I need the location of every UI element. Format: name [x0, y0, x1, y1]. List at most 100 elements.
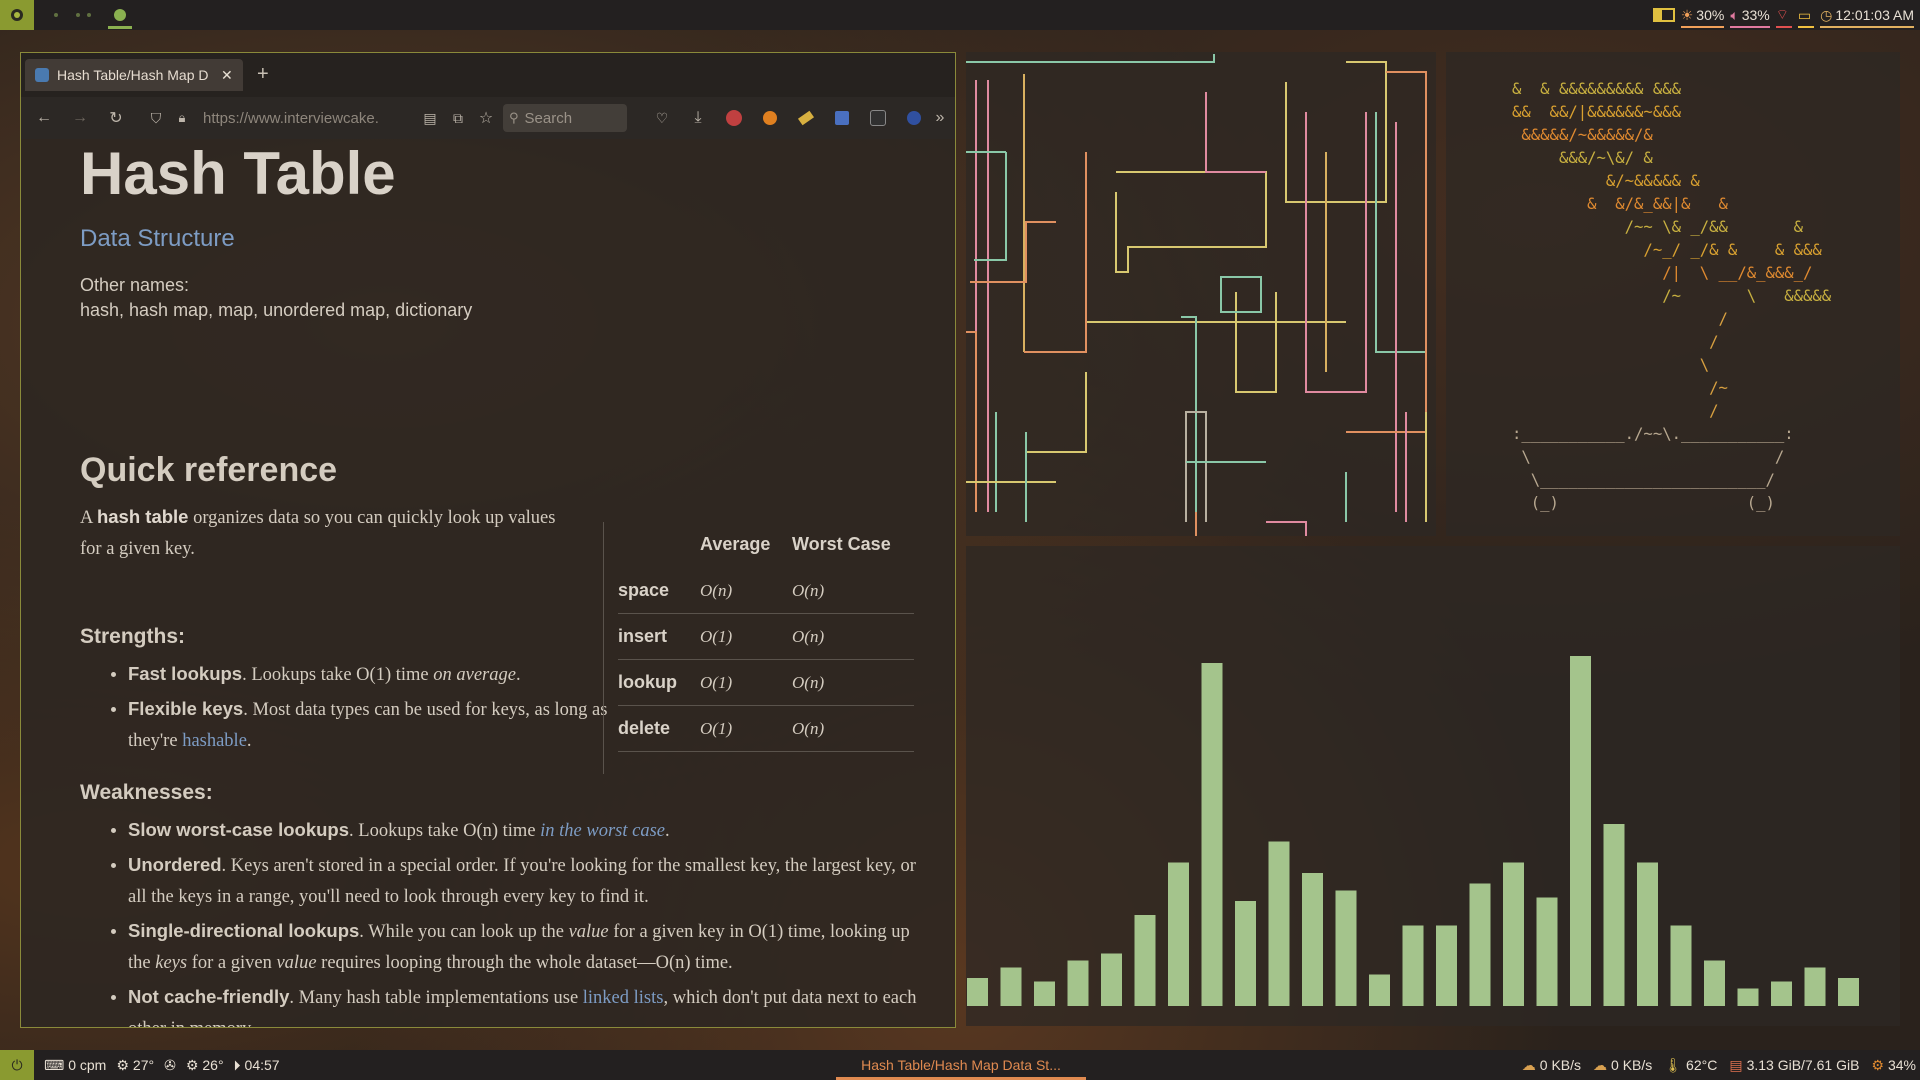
module-value: 0 cpm: [68, 1057, 107, 1073]
brightness-icon: ☀: [1680, 6, 1694, 23]
top-status-bar: ☀ 30% 🔈︎ 33% ⌔ ▭ ◷ 12:01:03 AM: [0, 0, 1920, 30]
visualizer-bar: [1838, 978, 1859, 1006]
module-value: 27°: [132, 1057, 155, 1073]
extension-translate-icon[interactable]: [829, 105, 855, 131]
tab-favicon-icon: [35, 68, 49, 82]
indicator-value: 33%: [1741, 7, 1770, 23]
visualizer-bar: [1034, 981, 1055, 1006]
strengths-list: Fast lookups. Lookups take O(1) time on …: [80, 658, 636, 759]
visualizer-bar: [1670, 925, 1692, 1006]
pipe-segment: [1285, 61, 1387, 203]
active-window-title[interactable]: Hash Table/Hash Map Data St...: [836, 1050, 1086, 1080]
visualizer-bar: [1067, 960, 1089, 1006]
brightness-indicator[interactable]: ☀ 30%: [1680, 0, 1725, 30]
translate-icon[interactable]: ⧉: [445, 105, 471, 131]
list-item: Flexible keys. Most data types can be us…: [128, 693, 636, 757]
battery-indicator[interactable]: ▭: [1797, 0, 1815, 30]
pipe-segment: [970, 221, 1056, 283]
module-value: 34%: [1887, 1057, 1916, 1073]
linked-lists-link[interactable]: linked lists: [583, 988, 664, 1008]
clock-indicator[interactable]: ◷ 12:01:03 AM: [1820, 0, 1914, 30]
pipe-segment: [1026, 372, 1087, 453]
visualizer-bar: [1402, 925, 1424, 1006]
layout-icon[interactable]: [1652, 8, 1675, 22]
power-module[interactable]: ⏻: [0, 1050, 34, 1080]
worst-case-link[interactable]: in the worst case: [540, 821, 665, 841]
extension-red-icon[interactable]: [721, 105, 747, 131]
extension-blue-icon[interactable]: [901, 105, 927, 131]
extension-pencil-icon[interactable]: [793, 105, 819, 131]
module-value: 26°: [202, 1057, 224, 1073]
module-value: 3.13 GiB/7.61 GiB: [1746, 1057, 1860, 1073]
row-operation: insert: [618, 626, 668, 646]
extension-dark-icon[interactable]: [865, 105, 891, 131]
workspace-3-indicator[interactable]: [87, 13, 91, 17]
page-title: Hash Table: [80, 140, 396, 207]
intro-text: A: [80, 508, 93, 528]
bonsai-ascii-art: & & &&&&&&&&& &&& && &&/|&&&&&&~&&& &&&&…: [1512, 80, 1832, 512]
workspace-active-indicator[interactable]: [114, 9, 126, 21]
memory-icon: ▤: [1729, 1056, 1743, 1073]
complexity-table: Average Worst Case space O(n) O(n) insert O(…: [603, 522, 916, 774]
visualizer-bar: [1536, 897, 1558, 1006]
bookmark-star-icon[interactable]: ☆: [473, 105, 499, 131]
hashable-link[interactable]: hashable: [182, 731, 247, 751]
volume-icon: 🔈︎: [1730, 6, 1739, 23]
clock-icon: ◷: [1820, 6, 1833, 23]
reader-view-icon[interactable]: ▤: [417, 105, 443, 131]
row-average: O(1): [700, 672, 733, 692]
overflow-menu-icon[interactable]: »: [927, 105, 953, 131]
other-names-label: Other names:: [80, 275, 190, 295]
list-item: Unordered. Keys aren't stored in a speci…: [128, 849, 936, 913]
reload-icon[interactable]: ↻: [103, 105, 129, 131]
module-value: 62°C: [1686, 1057, 1718, 1073]
row-average: O(n): [700, 580, 733, 600]
intro-bold: hash table: [96, 506, 189, 527]
cpu-icon: ⚙: [1871, 1056, 1884, 1073]
pocket-icon[interactable]: ♡: [649, 105, 675, 131]
gpu-temp-module: ⚙ 26°: [186, 1057, 224, 1074]
memory-module: ▤ 3.13 GiB/7.61 GiB: [1729, 1057, 1859, 1074]
table-row: space O(n) O(n): [618, 568, 914, 614]
lock-icon[interactable]: 🔒︎: [169, 105, 195, 131]
pipe-segment: [1205, 92, 1266, 173]
tab-title: Hash Table/Hash Map D: [57, 67, 209, 83]
bottom-right-modules: ☁ 0 KB/s ☁ 0 KB/s 🌡︎ 62°C ▤ 3.13 GiB/7.61 GiB ⚙ 3…: [1522, 1050, 1916, 1080]
pipe-segment: [1266, 521, 1307, 552]
pipe-segment: [1024, 152, 1087, 353]
pipe-segment: [1115, 171, 1267, 273]
status-tray: ☀ 30% 🔈︎ 33% ⌔ ▭ ◷ 12:01:03 AM: [1652, 0, 1914, 30]
tab-bar: Hash Table/Hash Map D ✕ +: [21, 53, 955, 97]
downloads-icon[interactable]: ⤓: [685, 105, 711, 131]
new-tab-button[interactable]: +: [257, 63, 269, 86]
uptime-icon: ⏵: [233, 1056, 241, 1073]
table-row: delete O(1) O(n): [618, 706, 914, 752]
download-icon: ☁: [1521, 1056, 1536, 1073]
forward-icon[interactable]: →: [67, 105, 93, 131]
upload-icon: ☁: [1593, 1056, 1608, 1073]
browser-window: Hash Table/Hash Map D ✕ + ← → ↻ ⛉ 🔒︎ htt…: [20, 52, 956, 1028]
visualizer-bar: [1469, 883, 1491, 1006]
extension-orange-icon[interactable]: [757, 105, 783, 131]
tracking-protection-icon[interactable]: ⛉: [143, 105, 169, 131]
pipe-segment: [1181, 316, 1197, 512]
workspace-2-indicator[interactable]: [76, 13, 80, 17]
navigation-toolbar: ← → ↻ ⛉ 🔒︎ https://www.interviewcake. ▤ …: [21, 97, 955, 139]
tab-hash-table[interactable]: Hash Table/Hash Map D ✕: [25, 59, 243, 91]
fan-icon: ✇: [164, 1056, 176, 1073]
visualizer-bar: [1436, 925, 1457, 1006]
visualizer-bar: [1168, 862, 1189, 1006]
audio-visualizer-terminal: [966, 546, 1900, 1026]
launcher-button[interactable]: [0, 0, 34, 30]
pipe-segment: [1375, 112, 1427, 353]
wifi-indicator[interactable]: ⌔: [1775, 0, 1792, 30]
pipe-segment: [966, 331, 977, 512]
search-field[interactable]: ⚲ Search: [503, 104, 627, 132]
upload-module: ☁ 0 KB/s: [1593, 1057, 1652, 1074]
volume-indicator[interactable]: 🔈︎ 33%: [1730, 0, 1770, 30]
workspace-1-indicator[interactable]: [54, 13, 58, 17]
pipe-segment: [974, 152, 1007, 261]
row-worst: O(n): [792, 580, 825, 600]
close-tab-icon[interactable]: ✕: [221, 67, 233, 84]
back-icon[interactable]: ←: [31, 105, 57, 131]
